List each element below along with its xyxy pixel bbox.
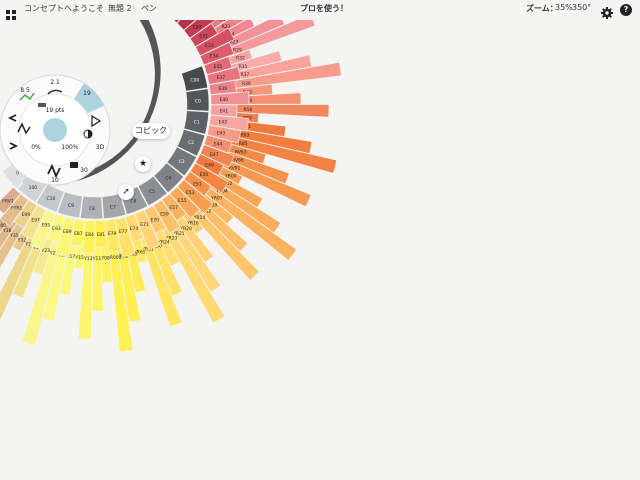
breadcrumb-separator: › <box>100 3 104 12</box>
size-label: 19 pts <box>46 107 65 114</box>
copic-button[interactable]: コピック <box>132 123 170 139</box>
zoom-label: ズーム： <box>526 4 558 13</box>
rotation-value[interactable]: 350° <box>572 3 591 12</box>
tool-wheel[interactable]: 19 pts 0% 100% 8.5 2.1 19 3D 30 10 <box>0 0 640 480</box>
opacity-max-label: 100% <box>61 144 78 151</box>
preset-label: 19 <box>83 90 91 97</box>
breadcrumb-separator: › <box>132 3 136 12</box>
opacity-min-label: 0% <box>31 144 41 151</box>
gear-icon[interactable] <box>601 4 613 23</box>
size-slider-icon[interactable] <box>38 103 46 107</box>
pro-button[interactable]: プロを使う！ <box>300 3 348 14</box>
contrast-icon[interactable] <box>83 129 93 139</box>
help-icon[interactable]: ? <box>620 4 632 16</box>
breadcrumb-drawing[interactable]: 無題 2 <box>108 3 132 14</box>
preset-label: 30 <box>80 167 88 174</box>
top-bar: コンセプトへようこそ › 無題 2 › ペン プロを使う！ ズーム： 35% 3… <box>0 0 640 20</box>
breadcrumb-tool[interactable]: ペン <box>141 3 157 14</box>
fill-tool-icon[interactable] <box>70 162 78 168</box>
preset-label: 3D <box>96 144 105 151</box>
color-swatch[interactable] <box>43 118 67 142</box>
preset-label: 10 <box>51 177 59 184</box>
star-icon[interactable]: ★ <box>135 156 151 172</box>
preset-label: 8.5 <box>20 87 30 94</box>
preset-label: 2.1 <box>50 79 60 86</box>
breadcrumb-home[interactable]: コンセプトへようこそ <box>24 3 104 14</box>
zoom-value[interactable]: 35% <box>555 3 573 12</box>
eyedropper-icon[interactable]: ➚ <box>118 184 134 200</box>
grid-icon[interactable] <box>6 5 16 20</box>
